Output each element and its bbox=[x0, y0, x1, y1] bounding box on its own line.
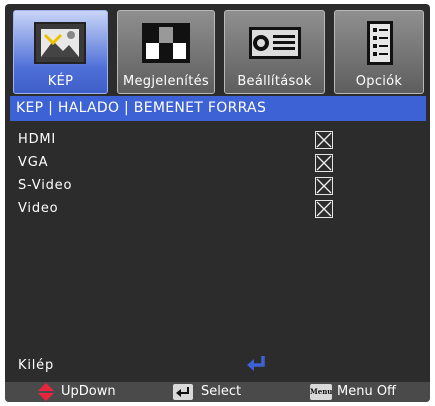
display-icon bbox=[142, 23, 190, 63]
picture-icon bbox=[33, 22, 86, 64]
input-name: VGA bbox=[18, 155, 49, 170]
list-item[interactable]: Video bbox=[13, 197, 423, 220]
footer-menu: Menu Menu Off bbox=[310, 382, 396, 402]
input-checkbox[interactable] bbox=[315, 177, 333, 195]
tab-bar: KÉP Megjelenítés Beállítások Opciók bbox=[13, 10, 424, 94]
tab-opciok[interactable]: Opciók bbox=[334, 10, 424, 94]
checkbox-x-icon bbox=[316, 155, 332, 171]
exit-item[interactable]: Kilép bbox=[18, 358, 54, 373]
footer-menu-off-label: Menu Off bbox=[337, 384, 397, 399]
input-checkbox[interactable] bbox=[315, 200, 333, 218]
tab-kep[interactable]: KÉP bbox=[13, 10, 108, 94]
input-checkbox[interactable] bbox=[315, 131, 333, 149]
checklist-icon bbox=[367, 21, 393, 65]
osd-menu: KÉP Megjelenítés Beállítások Opciók KEP … bbox=[5, 4, 430, 402]
footer-select: Select bbox=[173, 382, 241, 402]
input-checkbox[interactable] bbox=[315, 154, 333, 172]
page-title: KEP | HALADO | BEMENET FORRAS bbox=[10, 96, 426, 121]
input-source-list: HDMI VGA S-Video Video bbox=[13, 128, 423, 220]
list-item[interactable]: HDMI bbox=[13, 128, 423, 151]
checkbox-x-icon bbox=[316, 201, 332, 217]
tab-label: KÉP bbox=[47, 74, 74, 89]
updown-arrows-icon bbox=[38, 383, 54, 401]
input-name: S-Video bbox=[18, 178, 73, 193]
enter-icon[interactable] bbox=[245, 354, 267, 372]
tab-megjelenites[interactable]: Megjelenítés bbox=[117, 10, 215, 94]
enter-key-icon bbox=[173, 384, 193, 400]
footer-bar: UpDown Select Menu Menu Off bbox=[5, 382, 430, 402]
input-name: HDMI bbox=[18, 132, 57, 147]
tab-label: Opciók bbox=[355, 74, 403, 89]
footer-select-label: Select bbox=[201, 384, 242, 399]
checkbox-x-icon bbox=[316, 178, 332, 194]
projector-icon bbox=[248, 27, 301, 59]
tab-label: Beállítások bbox=[237, 74, 312, 89]
checkbox-x-icon bbox=[316, 132, 332, 148]
list-item[interactable]: VGA bbox=[13, 151, 423, 174]
tab-beallitasok[interactable]: Beállítások bbox=[224, 10, 325, 94]
menu-key-icon: Menu bbox=[310, 384, 332, 400]
footer-updown: UpDown bbox=[38, 382, 116, 402]
footer-updown-label: UpDown bbox=[61, 384, 116, 399]
input-name: Video bbox=[18, 201, 59, 216]
list-item[interactable]: S-Video bbox=[13, 174, 423, 197]
tab-label: Megjelenítés bbox=[122, 74, 209, 89]
